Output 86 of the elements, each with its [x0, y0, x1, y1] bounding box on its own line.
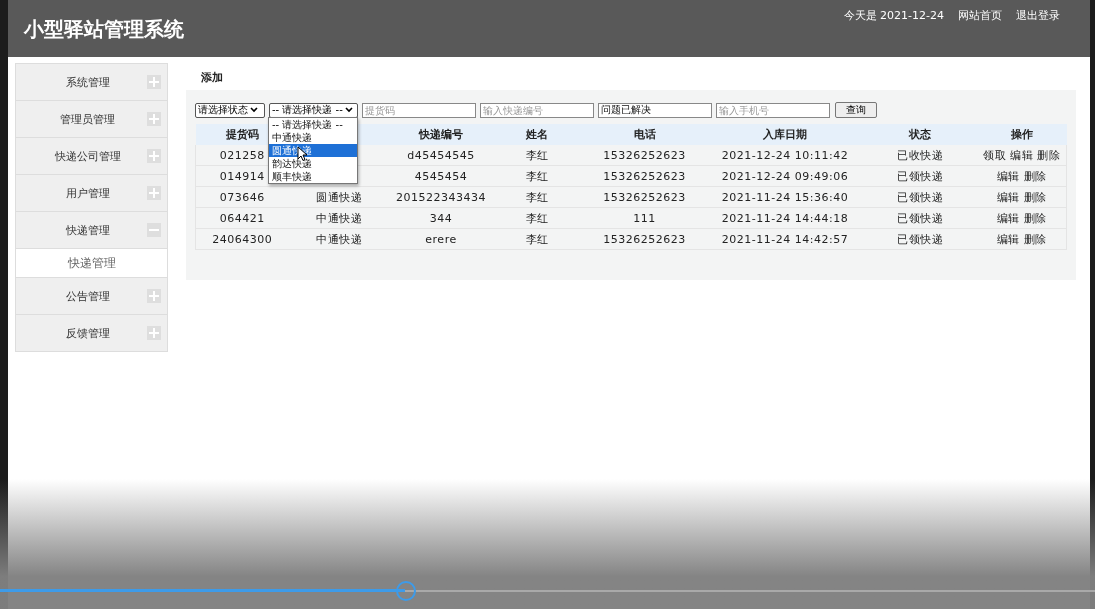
action-link[interactable]: 编辑 — [1010, 147, 1034, 163]
column-header: 快递编号 — [389, 124, 493, 145]
sidebar-item[interactable]: 快递公司管理 — [16, 138, 167, 175]
table-cell: 111 — [581, 207, 708, 229]
date-text: 今天是 2021-12-24 — [843, 8, 944, 24]
sidebar-item[interactable]: 公告管理 — [16, 278, 167, 315]
dropdown-option[interactable]: 韵达快递 — [269, 157, 357, 170]
table-cell: 李红 — [492, 228, 582, 250]
table-cell: 15326252623 — [581, 145, 708, 166]
table-cell: 15326252623 — [581, 228, 708, 250]
table-cell: 2021-11-24 14:42:57 — [707, 228, 863, 250]
table-cell: 4545454 — [389, 165, 493, 187]
table-cell: 李红 — [492, 207, 582, 229]
table-cell: 李红 — [492, 145, 582, 166]
sidebar-item[interactable]: 用户管理 — [16, 175, 167, 212]
column-header: 姓名 — [492, 124, 582, 145]
action-link[interactable]: 删除 — [1023, 231, 1047, 247]
table-cell: 中通快递 — [288, 228, 390, 250]
plus-icon[interactable] — [147, 75, 161, 89]
sidebar-label: 快递管理 — [64, 222, 111, 238]
sidebar-label: 管理员管理 — [59, 111, 116, 127]
header-link[interactable]: 网站首页 — [958, 8, 1002, 24]
plus-icon[interactable] — [147, 149, 161, 163]
plus-icon[interactable] — [147, 186, 161, 200]
table-cell: erere — [389, 228, 493, 250]
seek-handle[interactable] — [396, 581, 417, 601]
action-link[interactable]: 编辑 — [996, 189, 1020, 205]
search-button[interactable]: 查询 — [835, 102, 877, 118]
action-link[interactable]: 删除 — [1037, 147, 1061, 163]
table-cell: 李红 — [492, 186, 582, 208]
sidebar-label: 公告管理 — [64, 288, 111, 304]
chevron-icon — [344, 107, 353, 113]
column-header: 电话 — [581, 124, 708, 145]
action-link[interactable]: 删除 — [1023, 210, 1047, 226]
table-cell: 073646 — [195, 186, 289, 208]
table-cell: 2021-12-24 09:49:06 — [707, 165, 863, 187]
sidebar-label: 快递公司管理 — [53, 148, 122, 164]
table-cell: d45454545 — [389, 145, 493, 166]
company-select[interactable]: -- 请选择快递 -- — [269, 102, 358, 118]
table-cell: 已领快递 — [862, 207, 978, 229]
table-cell: 344 — [389, 207, 493, 229]
action-link[interactable]: 编辑 — [996, 168, 1020, 184]
column-header: 入库日期 — [707, 124, 863, 145]
table-cell: 已收快递 — [862, 145, 978, 166]
table-cell: 已领快递 — [862, 228, 978, 250]
phone-field[interactable]: 输入手机号 — [716, 102, 830, 118]
sidebar-label: 反馈管理 — [64, 325, 111, 341]
table-cell: 李红 — [492, 165, 582, 187]
sidebar-item[interactable]: 系统管理 — [16, 64, 167, 101]
sidebar-item[interactable]: 快递管理 — [16, 212, 167, 249]
table-cell: 201522343434 — [389, 186, 493, 208]
sidebar-label: 系统管理 — [64, 74, 111, 90]
sidebar-item[interactable]: 反馈管理 — [16, 315, 167, 352]
table-cell: 2021-12-24 10:11:42 — [707, 145, 863, 166]
table-cell: 中通快递 — [288, 207, 390, 229]
action-link[interactable]: 删除 — [1023, 189, 1047, 205]
plus-icon[interactable] — [147, 289, 161, 303]
table-cell: 2021-11-24 15:36:40 — [707, 186, 863, 208]
issue-field[interactable]: 问题已解决 — [598, 102, 712, 118]
table-cell: 15326252623 — [581, 165, 708, 187]
pickup-code-field[interactable]: 提货码 — [362, 102, 476, 118]
table-cell: 15326252623 — [581, 186, 708, 208]
site-title: 小型驿站管理系统 — [24, 16, 184, 42]
table-cell: 已领快递 — [862, 186, 978, 208]
action-link[interactable]: 编辑 — [996, 210, 1020, 226]
minus-icon[interactable] — [147, 223, 161, 237]
action-link[interactable]: 编辑 — [996, 231, 1020, 247]
table-cell: 24064300 — [195, 228, 289, 250]
status-select[interactable]: 请选择状态 — [195, 102, 265, 118]
add-link[interactable]: 添加 — [201, 70, 223, 86]
sidebar-item[interactable]: 管理员管理 — [16, 101, 167, 138]
column-header: 状态 — [862, 124, 978, 145]
plus-icon[interactable] — [147, 112, 161, 126]
dropdown-option[interactable]: 顺丰快递 — [269, 170, 357, 183]
table-cell: 圆通快递 — [288, 186, 390, 208]
table-cell: 已领快递 — [862, 165, 978, 187]
header-link[interactable]: 退出登录 — [1016, 8, 1060, 24]
action-link[interactable]: 领取 — [983, 147, 1007, 163]
chevron-icon — [250, 107, 258, 113]
column-header: 操作 — [977, 124, 1067, 145]
tracking-number-field[interactable]: 输入快递编号 — [480, 102, 594, 118]
action-link[interactable]: 删除 — [1023, 168, 1047, 184]
sidebar-label: 用户管理 — [64, 185, 111, 201]
table-cell: 064421 — [195, 207, 289, 229]
table-cell: 2021-11-24 14:44:18 — [707, 207, 863, 229]
plus-icon[interactable] — [147, 326, 161, 340]
